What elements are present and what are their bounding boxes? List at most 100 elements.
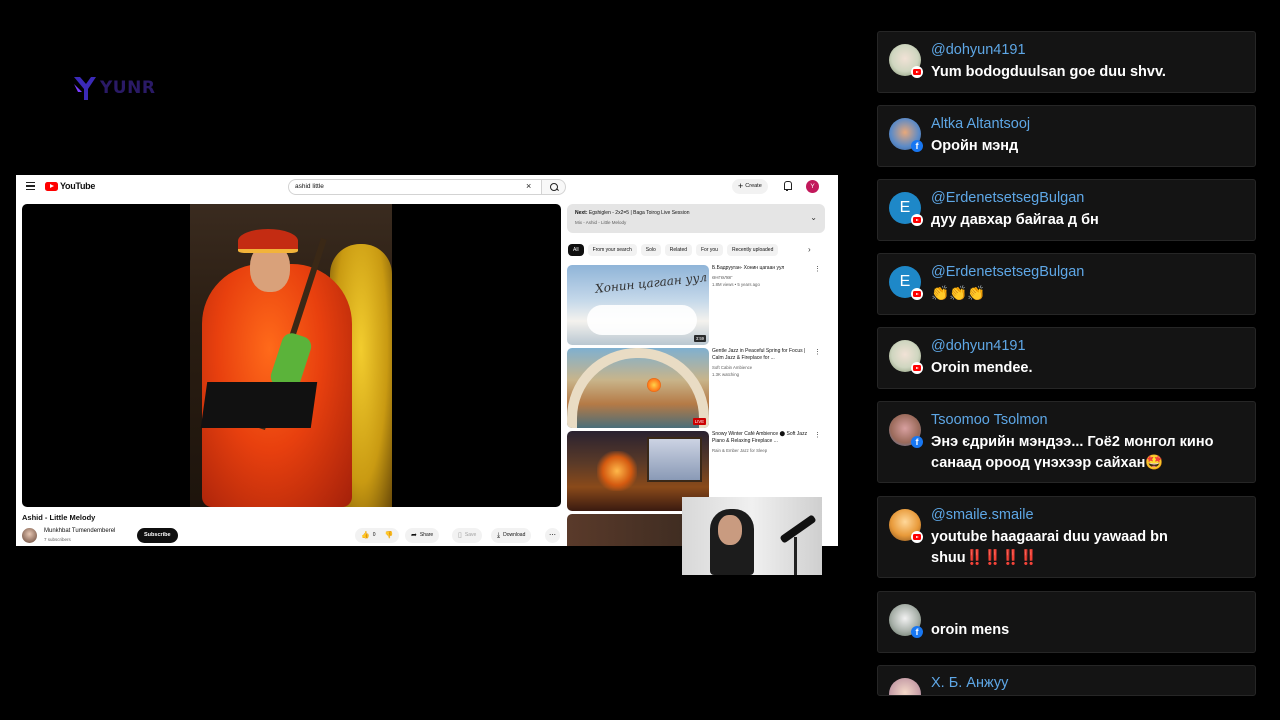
chat-author: Altka Altantsooj bbox=[931, 116, 1031, 132]
channel-name[interactable]: Munkhbat Tumendemberel bbox=[44, 528, 115, 534]
microphone-icon bbox=[779, 514, 817, 544]
chat-text: youtube haagaarai duu yawaad bn shuu‼️‼️… bbox=[931, 529, 1168, 566]
create-button[interactable]: + Create bbox=[732, 179, 768, 194]
youtube-window: YouTube ashid little × + Create Y Ashid … bbox=[16, 175, 838, 546]
facebook-platform-icon: f bbox=[911, 436, 923, 448]
chevron-right-icon[interactable]: › bbox=[808, 245, 811, 254]
chat-message: f Tsoomoo Tsolmon Энэ єдрийн мэндээ... Г… bbox=[877, 401, 1256, 483]
chip-all[interactable]: All bbox=[568, 244, 584, 256]
recommendation-stats: 1.8M views • 5 years ago bbox=[712, 282, 760, 287]
search-button[interactable] bbox=[542, 179, 566, 195]
save-button[interactable]: ▯ Save bbox=[452, 528, 483, 543]
thumbs-down-icon[interactable]: 👎 bbox=[385, 528, 394, 543]
more-options-icon[interactable]: ⋮ bbox=[814, 348, 821, 356]
chat-text: Yum bodogduulsan goe duu shvv. bbox=[931, 64, 1166, 80]
up-next-title: Next: Egshiglen - 2x2=5 | Baga Toirog Li… bbox=[575, 210, 690, 216]
share-button[interactable]: ➦ Share bbox=[405, 528, 440, 543]
facebook-platform-icon: f bbox=[911, 626, 923, 638]
youtube-platform-icon bbox=[911, 288, 923, 300]
bookmark-icon: ▯ bbox=[458, 532, 462, 539]
thumbs-up-icon: 👍 bbox=[361, 532, 370, 539]
chat-message: f oroin mens bbox=[877, 591, 1256, 653]
video-thumbnail[interactable]: Хонин цагаан уул 3:59 bbox=[567, 265, 709, 345]
chat-author: @dohyun4191 bbox=[931, 42, 1026, 58]
recommendation-channel[interactable]: Soft Cabin Ambience bbox=[712, 365, 814, 370]
youtube-play-icon bbox=[45, 181, 58, 191]
up-next-mix: Mix - Ashid - Little Melody bbox=[575, 220, 627, 225]
logo-text: YUNR bbox=[100, 78, 156, 98]
recommendation-title[interactable]: Б.Бадрууган- Хонин цагаан уул bbox=[712, 265, 814, 272]
duration-badge: 3:59 bbox=[693, 335, 706, 342]
recommendation-item[interactable]: LIVE Gentle Jazz in Peaceful Spring for … bbox=[567, 348, 829, 428]
chat-message: @dohyun4191 Oroin mendee. bbox=[877, 327, 1256, 389]
recommendation-channel[interactable]: ӨНГӨЛӨГ bbox=[712, 275, 814, 280]
chat-text: Оройн мэнд bbox=[931, 138, 1019, 154]
thumbnail-text: Хонин цагаан уул bbox=[594, 270, 708, 296]
plus-icon: + bbox=[738, 181, 744, 191]
recommendation-item[interactable]: Хонин цагаан уул 3:59 Б.Бадрууган- Хонин… bbox=[567, 265, 829, 345]
youtube-platform-icon bbox=[911, 531, 923, 543]
chat-text: дуу давхар байгаа д бн bbox=[931, 212, 1099, 228]
chat-author: Х. Б. Анжуу bbox=[931, 675, 1009, 691]
youtube-platform-icon bbox=[911, 66, 923, 78]
chat-text: oroin mens bbox=[931, 622, 1010, 638]
subscriber-count: 7 subscribers bbox=[44, 537, 71, 542]
filter-chips: All From your search Solo Related For yo… bbox=[568, 244, 779, 256]
subscribe-button[interactable]: Subscribe bbox=[137, 528, 178, 543]
up-next-panel[interactable]: Next: Egshiglen - 2x2=5 | Baga Toirog Li… bbox=[567, 204, 825, 233]
avatar bbox=[889, 678, 921, 695]
facebook-platform-icon: f bbox=[911, 140, 923, 152]
chat-text: Oroin mendee. bbox=[931, 360, 1033, 376]
chip-for-you[interactable]: For you bbox=[696, 244, 723, 256]
video-player[interactable] bbox=[22, 204, 561, 507]
search-input[interactable]: ashid little bbox=[288, 179, 542, 195]
chat-message: E @ErdenetsetsegBulgan дуу давхар байгаа… bbox=[877, 179, 1256, 241]
create-label: Create bbox=[745, 183, 762, 189]
clear-icon[interactable]: × bbox=[526, 181, 531, 191]
more-actions-icon[interactable]: ⋯ bbox=[545, 528, 560, 543]
chat-text: Энэ єдрийн мэндээ... Гоё2 монгол кино са… bbox=[931, 434, 1214, 471]
chat-message: Х. Б. Анжуу bbox=[877, 665, 1256, 696]
account-avatar[interactable]: Y bbox=[806, 180, 819, 193]
youtube-logo[interactable]: YouTube bbox=[45, 181, 95, 191]
chat-text: 👏👏👏 bbox=[931, 286, 986, 302]
video-thumbnail[interactable]: LIVE bbox=[567, 348, 709, 428]
chip-solo[interactable]: Solo bbox=[640, 244, 661, 256]
chat-message: @dohyun4191 Yum bodogduulsan goe duu shv… bbox=[877, 31, 1256, 93]
more-options-icon[interactable]: ⋮ bbox=[814, 265, 821, 273]
share-label: Share bbox=[419, 532, 434, 538]
chat-author: @dohyun4191 bbox=[931, 338, 1026, 354]
chat-message: E @ErdenetsetsegBulgan 👏👏👏 bbox=[877, 253, 1256, 315]
channel-avatar[interactable] bbox=[22, 528, 37, 543]
live-badge: LIVE bbox=[692, 418, 706, 425]
chat-message: @smaile.smaile youtube haagaarai duu yaw… bbox=[877, 496, 1256, 578]
recommendation-title[interactable]: Snowy Winter Café Ambience ⬤ Soft Jazz P… bbox=[712, 431, 814, 445]
youtube-platform-icon bbox=[911, 214, 923, 226]
video-frame bbox=[190, 204, 392, 507]
chip-from-your-search[interactable]: From your search bbox=[587, 244, 637, 256]
recommendation-channel[interactable]: Rain & Ember Jazz for Sleep bbox=[712, 448, 814, 453]
youtube-logo-text: YouTube bbox=[60, 181, 96, 191]
like-count: 0 bbox=[372, 532, 376, 538]
download-icon: ⤓ bbox=[497, 532, 501, 539]
chat-message: f Altka Altantsooj Оройн мэнд bbox=[877, 105, 1256, 167]
live-chat: @dohyun4191 Yum bodogduulsan goe duu shv… bbox=[877, 0, 1257, 720]
recommendation-stats: 1.3K watching bbox=[712, 372, 739, 377]
like-button[interactable]: 👍 0 👎 bbox=[355, 528, 400, 543]
chat-author: Tsoomoo Tsolmon bbox=[931, 412, 1048, 428]
chat-author: @ErdenetsetsegBulgan bbox=[931, 264, 1085, 280]
recommendation-title[interactable]: Gentle Jazz in Peaceful Spring for Focus… bbox=[712, 348, 814, 362]
video-title: Ashid - Little Melody bbox=[22, 513, 96, 522]
share-icon: ➦ bbox=[411, 532, 417, 539]
youtube-header: YouTube ashid little × + Create Y bbox=[16, 175, 838, 199]
chip-recently-uploaded[interactable]: Recently uploaded bbox=[726, 244, 779, 256]
chevron-down-icon[interactable]: ⌄ bbox=[810, 213, 817, 222]
download-label: Download bbox=[503, 532, 526, 538]
menu-icon[interactable] bbox=[26, 182, 35, 190]
notifications-bell-icon[interactable] bbox=[783, 181, 792, 191]
logo-mark-icon bbox=[74, 77, 96, 100]
chip-related[interactable]: Related bbox=[664, 244, 692, 256]
youtube-platform-icon bbox=[911, 362, 923, 374]
download-button[interactable]: ⤓ Download bbox=[491, 528, 532, 543]
more-options-icon[interactable]: ⋮ bbox=[814, 431, 821, 439]
